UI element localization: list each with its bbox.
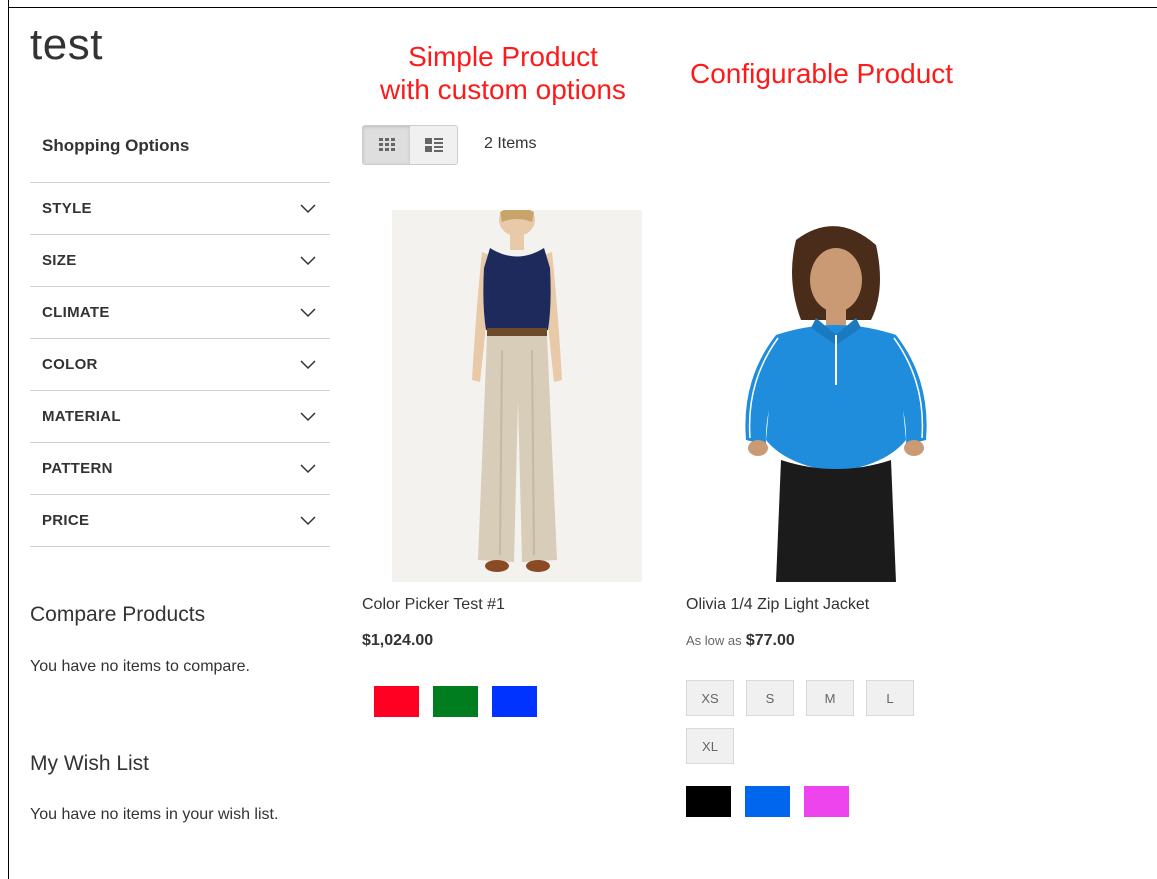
frame-border-top: [8, 7, 1157, 8]
filter-pattern[interactable]: PATTERN: [30, 443, 330, 495]
color-swatch-blue[interactable]: [745, 786, 790, 817]
size-swatch-xs[interactable]: XS: [686, 680, 734, 716]
price-box: As low as $77.00: [686, 632, 986, 650]
filter-label: SIZE: [42, 252, 77, 269]
chevron-down-icon: [300, 203, 316, 213]
size-swatch-m[interactable]: M: [806, 680, 854, 716]
sidebar: Shopping Options STYLE SIZE CLIMATE COLO…: [30, 120, 330, 547]
chevron-down-icon: [300, 411, 316, 421]
size-swatch-s[interactable]: S: [746, 680, 794, 716]
compare-empty-text: You have no items to compare.: [30, 658, 250, 675]
shopping-options-title: Shopping Options: [42, 136, 190, 155]
filter-style[interactable]: STYLE: [30, 183, 330, 235]
annotation-line: Simple Product: [408, 41, 598, 72]
size-swatches: XS S M L XL: [686, 680, 936, 764]
filter-color[interactable]: COLOR: [30, 339, 330, 391]
chevron-down-icon: [300, 463, 316, 473]
annotation-line: with custom options: [380, 74, 626, 105]
color-swatch-black[interactable]: [686, 786, 731, 817]
filter-label: COLOR: [42, 356, 98, 373]
wishlist-empty-text: You have no items in your wish list.: [30, 806, 279, 823]
wishlist-title: My Wish List: [30, 752, 150, 775]
compare-products-title: Compare Products: [30, 603, 206, 626]
annotation-configurable-product: Configurable Product: [690, 58, 954, 89]
list-view-button[interactable]: [410, 126, 457, 164]
filter-label: MATERIAL: [42, 408, 121, 425]
chevron-down-icon: [300, 307, 316, 317]
list-icon: [424, 138, 443, 152]
chevron-down-icon: [300, 359, 316, 369]
price-box: $1,024.00: [362, 632, 662, 650]
color-swatch-green[interactable]: [433, 686, 478, 717]
filter-label: PATTERN: [42, 460, 113, 477]
filter-climate[interactable]: CLIMATE: [30, 287, 330, 339]
price-prefix: As low as: [686, 633, 742, 648]
filter-label: CLIMATE: [42, 304, 110, 321]
product-name-link[interactable]: Olivia 1/4 Zip Light Jacket: [686, 596, 986, 614]
product-price: $1,024.00: [362, 632, 434, 649]
filter-label: STYLE: [42, 200, 92, 217]
product-name-link[interactable]: Color Picker Test #1: [362, 596, 662, 614]
grid-view-button[interactable]: [363, 126, 410, 164]
toolbar-item-count: 2 Items: [484, 135, 537, 152]
view-mode-switcher: [362, 125, 458, 165]
color-swatches: [374, 686, 662, 717]
filter-list: STYLE SIZE CLIMATE COLOR MATERIAL PATTER…: [30, 182, 330, 547]
color-swatches: [686, 786, 986, 817]
color-swatch-blue[interactable]: [492, 686, 537, 717]
page-title: test: [30, 20, 103, 69]
chevron-down-icon: [300, 515, 316, 525]
product-item: Color Picker Test #1 $1,024.00: [362, 210, 662, 717]
grid-icon: [378, 138, 395, 151]
product-item: Olivia 1/4 Zip Light Jacket As low as $7…: [686, 210, 986, 817]
filter-size[interactable]: SIZE: [30, 235, 330, 287]
filter-material[interactable]: MATERIAL: [30, 391, 330, 443]
filter-label: PRICE: [42, 512, 90, 529]
size-swatch-l[interactable]: L: [866, 680, 914, 716]
color-swatch-pink[interactable]: [804, 786, 849, 817]
filter-price[interactable]: PRICE: [30, 495, 330, 547]
product-image[interactable]: [686, 210, 976, 582]
size-swatch-xl[interactable]: XL: [686, 728, 734, 764]
chevron-down-icon: [300, 255, 316, 265]
color-swatch-red[interactable]: [374, 686, 419, 717]
frame-border-left: [8, 0, 9, 879]
annotation-simple-product: Simple Product with custom options: [338, 40, 668, 106]
product-image[interactable]: [392, 210, 642, 582]
product-price: $77.00: [745, 632, 795, 649]
